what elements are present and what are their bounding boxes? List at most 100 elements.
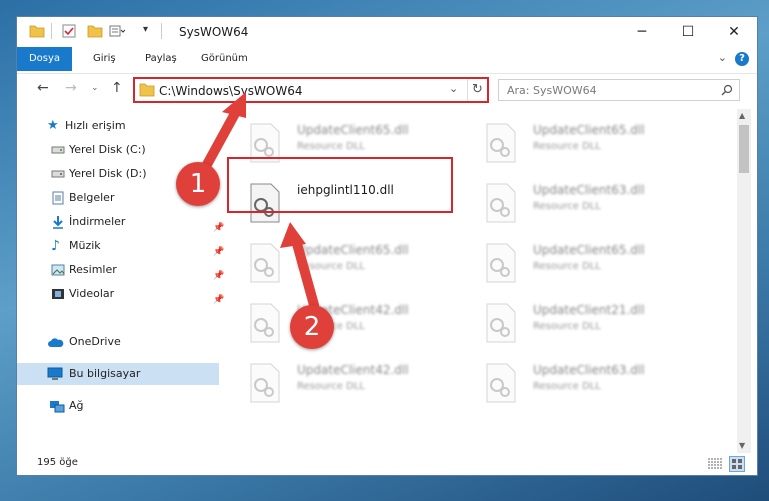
videos-icon	[52, 289, 64, 299]
help-icon[interactable]: ?	[735, 52, 749, 66]
file-tile[interactable]: UpdateClient65.dll Resource DLL	[479, 115, 709, 171]
scroll-up-icon[interactable]: ▲	[739, 111, 745, 120]
file-type: Resource DLL	[533, 261, 601, 272]
drive-icon	[51, 146, 65, 154]
nav-item-videos[interactable]: Videolar 📌	[25, 283, 224, 305]
nav-label: Yerel Disk (D:)	[69, 167, 147, 180]
nav-item-onedrive[interactable]: OneDrive	[25, 331, 215, 353]
nav-item-disk-c[interactable]: Yerel Disk (C:)	[25, 139, 215, 161]
nav-item-music[interactable]: ♪ Müzik 📌	[25, 235, 224, 257]
details-view-icon[interactable]	[707, 457, 723, 471]
address-dropdown-icon[interactable]: ⌄	[449, 82, 458, 95]
tab-home[interactable]: Giriş	[85, 47, 124, 71]
item-count: 195 öğe	[37, 457, 78, 468]
qa-separator	[51, 23, 52, 39]
file-type: Resource DLL	[297, 261, 365, 272]
vertical-scrollbar[interactable]: ▲ ▼	[737, 109, 751, 453]
title-bar: ▾ SysWOW64 ─ ☐ ✕	[17, 17, 757, 47]
expand-ribbon-icon[interactable]: ⌄	[718, 51, 727, 64]
file-type: Resource DLL	[533, 201, 601, 212]
dll-file-icon	[250, 363, 280, 403]
cloud-icon	[48, 338, 64, 347]
close-button[interactable]: ✕	[711, 17, 757, 47]
network-icon	[50, 401, 65, 413]
step-1-badge: 1	[176, 162, 220, 206]
new-folder-icon[interactable]	[87, 23, 103, 39]
maximize-button[interactable]: ☐	[665, 17, 711, 47]
file-tile[interactable]: UpdateClient63.dll Resource DLL	[479, 355, 709, 411]
file-name: UpdateClient65.dll	[297, 123, 409, 137]
file-tile[interactable]: UpdateClient42.dll Resource DLL	[243, 295, 473, 351]
nav-label: Yerel Disk (C:)	[69, 143, 146, 156]
scroll-thumb[interactable]	[739, 125, 749, 173]
nav-label: Videolar	[69, 287, 115, 300]
file-name: UpdateClient65.dll	[533, 243, 645, 257]
file-type: Resource DLL	[533, 381, 601, 392]
navigation-pane: ★ Hızlı erişim Yerel Disk (C:) Yerel Dis…	[17, 109, 224, 449]
drive-icon	[51, 170, 65, 178]
customize-toolbar-icon[interactable]	[109, 23, 125, 39]
file-tile[interactable]: UpdateClient63.dll Resource DLL	[479, 175, 709, 231]
step-2-badge: 2	[290, 305, 334, 349]
back-icon[interactable]: ←	[37, 80, 49, 96]
search-box[interactable]: Ara: SysWOW64	[498, 79, 740, 101]
nav-item-quick-access[interactable]: ★ Hızlı erişim	[25, 115, 215, 137]
file-name: UpdateClient42.dll	[297, 363, 409, 377]
folder-icon	[29, 25, 45, 38]
file-type: Resource DLL	[533, 321, 601, 332]
dll-file-icon	[486, 183, 516, 223]
nav-label: OneDrive	[69, 335, 121, 348]
file-tile[interactable]: UpdateClient65.dll Resource DLL	[479, 235, 709, 291]
explorer-window: ▾ SysWOW64 ─ ☐ ✕ Dosya Giriş Paylaş Görü…	[16, 16, 758, 476]
star-icon: ★	[47, 118, 59, 133]
nav-item-this-pc[interactable]: Bu bilgisayar	[17, 363, 219, 385]
dll-file-icon	[250, 303, 280, 343]
music-icon: ♪	[51, 238, 60, 254]
title-separator	[161, 23, 162, 39]
folder-icon	[139, 83, 155, 97]
scroll-down-icon[interactable]: ▼	[739, 441, 745, 450]
computer-icon	[47, 367, 63, 380]
file-name: UpdateClient63.dll	[533, 363, 645, 377]
documents-icon	[52, 191, 64, 205]
tab-share[interactable]: Paylaş	[137, 47, 185, 71]
nav-item-pictures[interactable]: Resimler 📌	[25, 259, 224, 281]
file-tile[interactable]: UpdateClient42.dll Resource DLL	[243, 355, 473, 411]
tab-view[interactable]: Görünüm	[193, 47, 256, 71]
properties-icon[interactable]	[61, 23, 77, 39]
search-placeholder: Ara: SysWOW64	[507, 84, 597, 97]
nav-label: Belgeler	[69, 191, 115, 204]
nav-label: İndirmeler	[69, 215, 126, 228]
file-name: UpdateClient65.dll	[533, 123, 645, 137]
tab-file[interactable]: Dosya	[17, 47, 72, 71]
address-path[interactable]: C:\Windows\SysWOW64	[159, 84, 303, 98]
file-type: Resource DLL	[533, 141, 601, 152]
file-tile[interactable]: UpdateClient65.dll Resource DLL	[243, 235, 473, 291]
dll-file-icon	[486, 363, 516, 403]
nav-label: Müzik	[69, 239, 101, 252]
dll-file-icon	[250, 243, 280, 283]
nav-label: Hızlı erişim	[65, 119, 126, 132]
search-icon[interactable]	[721, 84, 733, 96]
file-name: UpdateClient63.dll	[533, 183, 645, 197]
file-type: Resource DLL	[297, 381, 365, 392]
download-icon	[53, 216, 63, 229]
minimize-button[interactable]: ─	[619, 17, 665, 47]
file-highlight-box	[227, 157, 453, 213]
nav-item-downloads[interactable]: İndirmeler 📌	[25, 211, 224, 233]
status-bar: 195 öğe	[17, 453, 757, 475]
dll-file-icon	[486, 243, 516, 283]
refresh-icon[interactable]: ↻	[472, 82, 483, 97]
nav-item-network[interactable]: Ağ	[25, 395, 215, 417]
dll-file-icon	[486, 123, 516, 163]
pin-icon[interactable]: 📌	[213, 289, 224, 311]
forward-icon[interactable]: →	[65, 80, 77, 96]
file-type: Resource DLL	[297, 141, 365, 152]
address-bar[interactable]: C:\Windows\SysWOW64 ⌄ ↻	[133, 77, 489, 103]
file-tile[interactable]: UpdateClient21.dll Resource DLL	[479, 295, 709, 351]
up-icon[interactable]: ↑	[111, 80, 123, 96]
recent-locations-icon[interactable]: ⌄	[91, 83, 99, 93]
qa-dropdown-icon[interactable]: ▾	[143, 24, 148, 35]
large-icons-view-icon[interactable]	[729, 456, 745, 472]
nav-label: Ağ	[69, 399, 84, 412]
